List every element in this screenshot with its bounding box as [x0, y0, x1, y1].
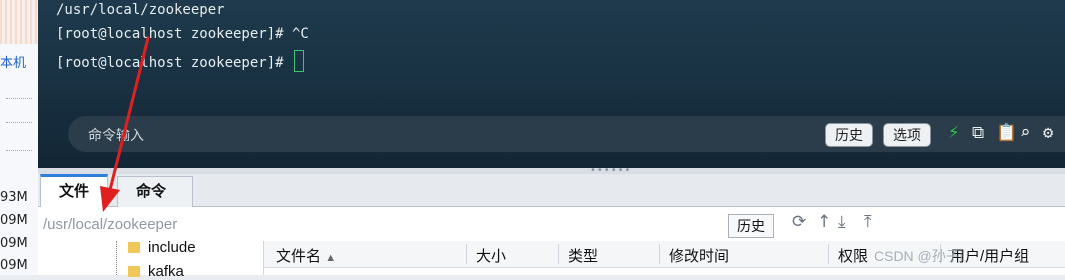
- tree-item-label: include: [148, 239, 196, 256]
- terminal-cursor: [294, 50, 305, 72]
- terminal-line: [root@localhost zookeeper]# ^C: [56, 26, 309, 42]
- prompt-text: [root@localhost zookeeper]#: [56, 55, 293, 71]
- mini-activity-graph: [0, 0, 38, 44]
- folder-icon: [128, 242, 140, 253]
- sort-asc-icon: ▲: [325, 252, 337, 264]
- column-modified[interactable]: 修改时间: [669, 245, 729, 266]
- size-value: 93M: [0, 190, 28, 205]
- upload-icon[interactable]: ⤒: [864, 212, 872, 232]
- size-value: 09M: [0, 213, 28, 228]
- csdn-watermark: CSDN @孙子i: [874, 248, 963, 264]
- column-separator[interactable]: [558, 244, 559, 264]
- copy-icon[interactable]: ⧉: [972, 123, 984, 143]
- tree-item[interactable]: kafka: [128, 263, 184, 280]
- dotted-divider: [6, 98, 32, 99]
- column-separator[interactable]: [659, 244, 660, 264]
- left-side-panel: 本机 93M 09M 09M 09M: [0, 0, 39, 275]
- size-value: 09M: [0, 236, 28, 251]
- directory-tree[interactable]: include kafka: [38, 239, 264, 280]
- folder-icon: [128, 266, 140, 277]
- command-input[interactable]: 命令输入: [88, 125, 144, 145]
- column-separator[interactable]: [828, 244, 829, 264]
- tab-files[interactable]: 文件: [40, 174, 109, 207]
- path-bar: /usr/local/zookeeper 历史 ⟳ ↑ ⤓ ⤒: [38, 207, 1065, 242]
- column-separator[interactable]: [466, 244, 467, 264]
- options-button[interactable]: 选项: [883, 123, 931, 147]
- download-icon[interactable]: ⤓: [838, 212, 846, 232]
- history-button[interactable]: 历史: [825, 123, 873, 147]
- column-size[interactable]: 大小: [476, 245, 506, 266]
- command-input-bar[interactable]: 命令输入 历史 选项 ⚡ ⧉ 📋 ⌕ ⚙: [68, 116, 1065, 152]
- tree-item[interactable]: include: [128, 239, 196, 256]
- search-icon[interactable]: ⌕: [1020, 123, 1030, 143]
- column-type[interactable]: 类型: [568, 245, 598, 266]
- path-input[interactable]: /usr/local/zookeeper: [43, 216, 177, 233]
- tab-commands[interactable]: 命令: [117, 176, 193, 207]
- terminal-line: /usr/local/zookeeper: [56, 2, 225, 18]
- tree-item-label: kafka: [148, 263, 184, 280]
- size-value: 09M: [0, 258, 28, 273]
- column-permissions[interactable]: 权限: [838, 245, 868, 266]
- dotted-divider: [6, 122, 32, 123]
- bolt-icon[interactable]: ⚡: [948, 121, 959, 143]
- gear-icon[interactable]: ⚙: [1043, 123, 1053, 143]
- refresh-icon[interactable]: ⟳: [792, 212, 806, 232]
- tree-guide-line: [116, 241, 117, 275]
- paste-icon[interactable]: 📋: [996, 123, 1017, 143]
- up-icon[interactable]: ↑: [817, 212, 831, 232]
- column-name[interactable]: 文件名 ▲: [276, 245, 336, 266]
- bottom-tabs: 文件 命令: [38, 174, 1065, 207]
- terminal-pane[interactable]: /usr/local/zookeeper [root@localhost zoo…: [38, 0, 1065, 168]
- path-history-button[interactable]: 历史: [728, 214, 774, 238]
- dotted-divider: [6, 150, 32, 151]
- terminal-prompt-line[interactable]: [root@localhost zookeeper]#: [56, 50, 305, 72]
- local-machine-label[interactable]: 本机: [0, 52, 26, 71]
